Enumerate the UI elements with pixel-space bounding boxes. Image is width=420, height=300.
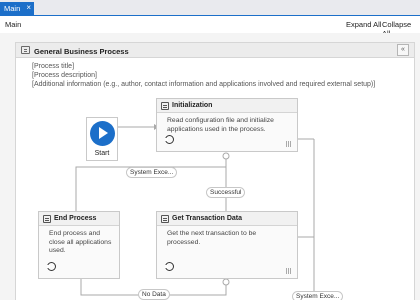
resize-grip-icon[interactable] [285,141,293,147]
start-node[interactable]: Start [86,117,118,161]
state-get-transaction-header[interactable]: Get Transaction Data [157,212,297,226]
designer-header: Main Expand All Collapse All [0,16,420,38]
close-tab-icon[interactable]: × [26,3,31,12]
transition-label-no-data[interactable]: No Data [138,289,170,300]
transition-label-system-exception[interactable]: System Exce... [126,167,178,178]
state-initialization[interactable]: Initialization Read configuration file a… [156,98,298,152]
state-end-process-header[interactable]: End Process [39,212,119,226]
get-transaction-output-port [222,278,230,286]
state-initialization-title: Initialization [172,102,213,109]
resize-grip-icon[interactable] [285,268,293,274]
entry-loop-icon [165,135,174,144]
entry-loop-icon [165,262,174,271]
designer-canvas[interactable]: General Business Process « [Process titl… [0,33,420,300]
entry-loop-icon [47,262,56,271]
flowchart-container[interactable]: General Business Process « [Process titl… [15,42,415,300]
state-initialization-description: Read configuration file and initialize a… [167,117,274,133]
initialization-output-port [222,152,230,160]
start-label: Start [94,150,110,157]
transition-label-system-exception-2[interactable]: System Exce... [292,291,344,300]
state-icon [161,215,169,223]
start-play-icon [90,121,115,146]
state-icon [161,102,169,110]
tab-main[interactable]: Main × [0,2,34,16]
state-icon [43,215,51,223]
tab-main-label: Main [4,4,21,13]
expand-all-button[interactable]: Expand All [346,20,381,29]
state-get-transaction-data[interactable]: Get Transaction Data Get the next transa… [156,211,298,279]
state-initialization-header[interactable]: Initialization [157,99,297,113]
state-get-transaction-title: Get Transaction Data [172,215,243,222]
document-tab-strip: Main × [0,0,420,16]
state-get-transaction-description: Get the next transaction to be processed… [167,230,257,246]
breadcrumb[interactable]: Main [5,20,21,29]
transition-label-successful[interactable]: Successful [206,187,246,198]
state-end-process-title: End Process [54,215,97,222]
state-end-process[interactable]: End Process End process and close all ap… [38,211,120,279]
state-end-process-description: End process and close all applications u… [49,230,112,254]
